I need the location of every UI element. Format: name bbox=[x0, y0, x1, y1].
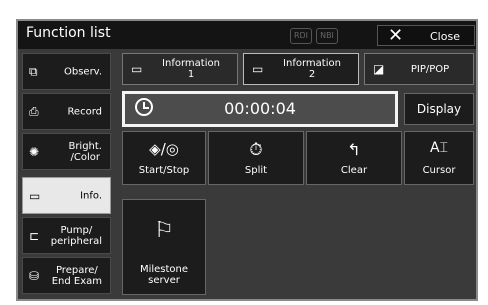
display-button[interactable]: Display bbox=[404, 93, 474, 125]
split-icon: ⏱ bbox=[249, 140, 263, 160]
info-icon: ▭ bbox=[29, 188, 41, 203]
prepare-icon: ⛁ bbox=[29, 268, 40, 283]
tab-label: PIP/POP bbox=[410, 64, 450, 75]
sidebar-item-label: Record bbox=[67, 106, 102, 117]
tab-label: Information 1 bbox=[162, 58, 220, 80]
sidebar-item-label: Prepare/ End Exam bbox=[51, 264, 102, 287]
cursor-icon: A⌶ bbox=[430, 140, 448, 156]
button-label: Split bbox=[244, 165, 268, 176]
rdi-indicator: RDI bbox=[290, 28, 312, 44]
record-icon: ⎙ bbox=[29, 104, 39, 118]
split-button[interactable]: ⏱ Split bbox=[208, 131, 304, 185]
start-stop-icon: ◈/◎ bbox=[149, 140, 179, 158]
flag-icon: ⚐ bbox=[154, 218, 174, 243]
button-label: Start/Stop bbox=[138, 165, 190, 176]
function-list-window: Function list RDI NBI ✕ Close ⧉ Observ. … bbox=[16, 19, 478, 301]
tab-information-1[interactable]: ▭ Information 1 bbox=[122, 53, 238, 85]
button-label: Clear bbox=[340, 165, 368, 176]
tab-label: Information 2 bbox=[283, 58, 341, 80]
sidebar-item-observ[interactable]: ⧉ Observ. bbox=[22, 53, 111, 90]
button-label: Cursor bbox=[422, 165, 456, 176]
sidebar-item-label: Observ. bbox=[63, 66, 102, 77]
pip-icon: ◪ bbox=[373, 62, 385, 76]
sidebar-item-info[interactable]: ▭ Info. bbox=[22, 177, 111, 214]
title-bar: Function list RDI NBI ✕ Close bbox=[18, 21, 476, 49]
elapsed-time-display: 00:00:04 bbox=[122, 91, 398, 127]
sidebar-item-prepare-end-exam[interactable]: ⛁ Prepare/ End Exam bbox=[22, 257, 111, 294]
pump-icon: ⊏ bbox=[29, 228, 40, 243]
milestone-server-button[interactable]: ⚐ Milestone server bbox=[122, 199, 206, 295]
observe-icon: ⧉ bbox=[29, 64, 38, 78]
sidebar-item-label: Pump/ peripheral bbox=[50, 224, 102, 247]
close-button[interactable]: ✕ Close bbox=[377, 25, 475, 46]
start-stop-button[interactable]: ◈/◎ Start/Stop bbox=[122, 131, 206, 185]
brightness-icon: ✺ bbox=[29, 144, 40, 159]
clear-icon: ↰ bbox=[347, 140, 361, 159]
sidebar-item-label: Bright. /Color bbox=[68, 140, 102, 163]
clear-button[interactable]: ↰ Clear bbox=[306, 131, 402, 185]
tab-pip-pop[interactable]: ◪ PIP/POP bbox=[364, 53, 474, 85]
window-title: Function list bbox=[26, 25, 111, 41]
button-label: Milestone server bbox=[139, 264, 189, 286]
close-icon: ✕ bbox=[388, 25, 404, 46]
elapsed-time-value: 00:00:04 bbox=[224, 99, 296, 118]
sidebar-item-record[interactable]: ⎙ Record bbox=[22, 93, 111, 130]
info-icon: ▭ bbox=[252, 62, 264, 76]
cursor-button[interactable]: A⌶ Cursor bbox=[404, 131, 474, 185]
nbi-indicator: NBI bbox=[316, 28, 338, 44]
info-icon: ▭ bbox=[131, 62, 143, 76]
sidebar-item-bright-color[interactable]: ✺ Bright. /Color bbox=[22, 133, 111, 170]
sidebar-item-pump-peripheral[interactable]: ⊏ Pump/ peripheral bbox=[22, 217, 111, 254]
close-label: Close bbox=[430, 30, 460, 43]
sidebar-item-label: Info. bbox=[80, 190, 102, 201]
tab-information-2[interactable]: ▭ Information 2 bbox=[243, 53, 359, 85]
